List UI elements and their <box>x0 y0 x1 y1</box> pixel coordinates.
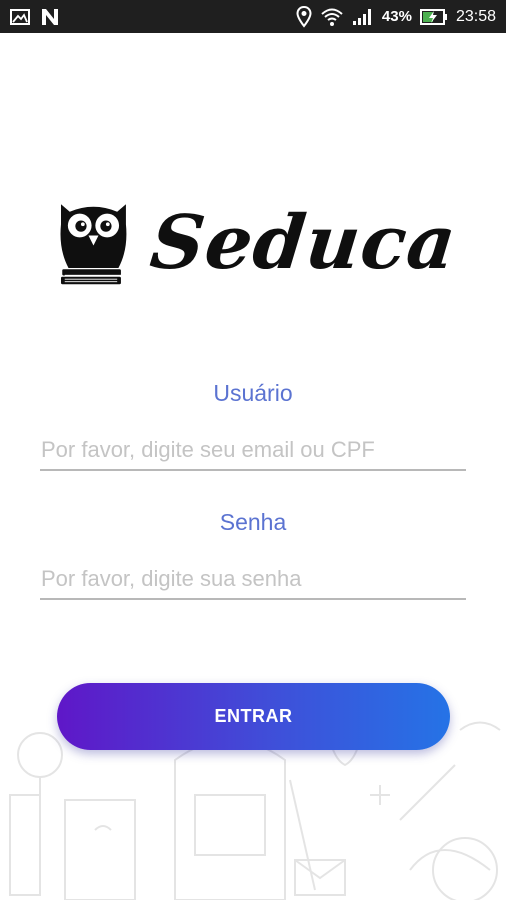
seduca-logo: Seduca <box>56 170 461 315</box>
wifi-icon <box>320 7 344 27</box>
clock: 23:58 <box>455 7 496 25</box>
enter-button[interactable]: ENTRAR <box>57 683 450 750</box>
user-input[interactable] <box>40 431 466 471</box>
battery-percent: 43% <box>381 8 412 25</box>
user-label: Usuário <box>213 380 293 406</box>
n-icon <box>40 8 60 26</box>
status-bar: 43% 23:58 <box>0 0 506 33</box>
battery-charging-icon <box>419 8 448 25</box>
signal-icon <box>352 8 374 26</box>
password-input[interactable] <box>40 560 466 600</box>
logo-wordmark: Seduca <box>146 199 461 286</box>
password-label: Senha <box>219 509 287 535</box>
status-left <box>10 8 60 26</box>
location-icon <box>296 5 312 28</box>
image-icon <box>10 8 30 25</box>
status-right: 43% 23:58 <box>296 5 496 28</box>
owl-on-books-icon <box>60 203 127 284</box>
